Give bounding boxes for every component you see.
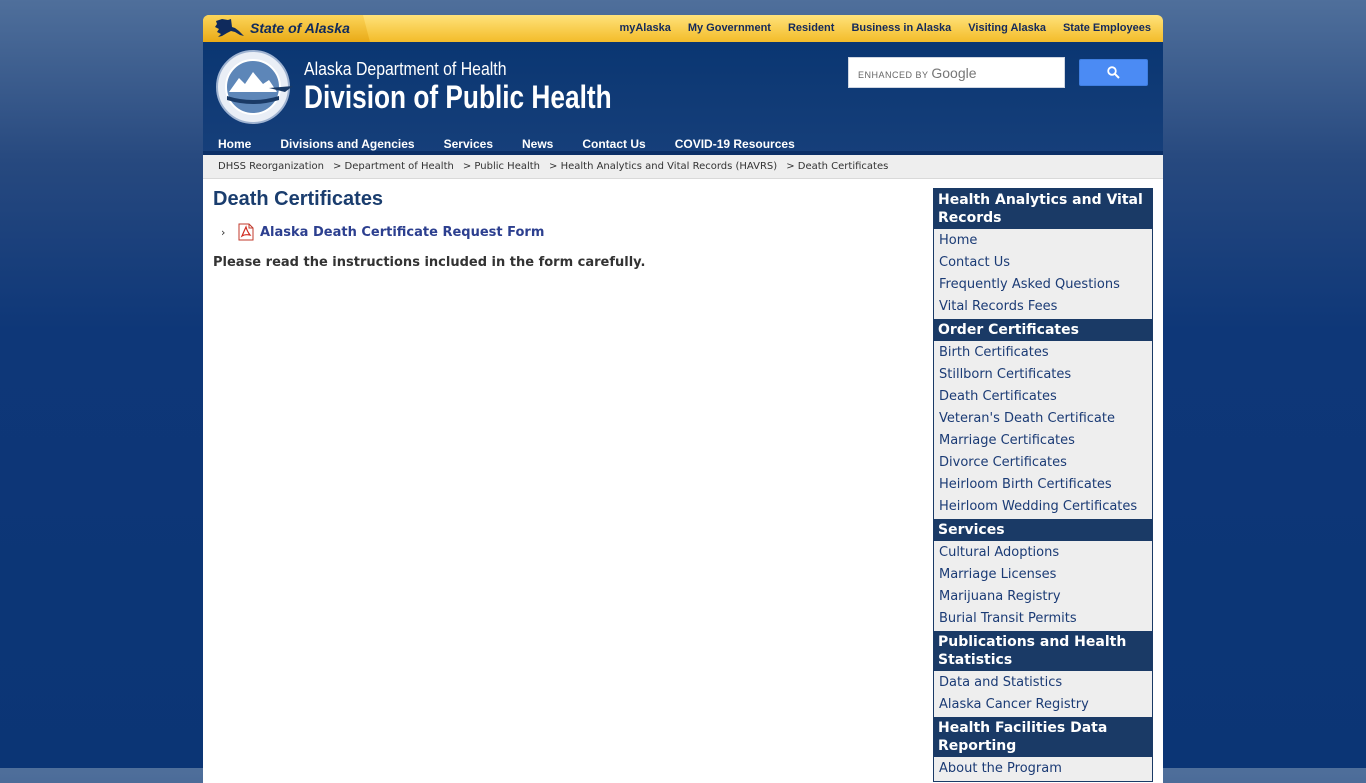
toplink-business[interactable]: Business in Alaska — [851, 22, 951, 34]
state-of-alaska-tab[interactable]: State of Alaska — [203, 15, 370, 42]
sidebar-item-marijuana[interactable]: Marijuana Registry — [934, 586, 1152, 608]
sidebar-item-about-program[interactable]: About the Program — [934, 758, 1152, 780]
sidebar-item-fees[interactable]: Vital Records Fees — [934, 296, 1152, 318]
sidebar-item-heirloom-birth[interactable]: Heirloom Birth Certificates — [934, 474, 1152, 496]
breadcrumb-item[interactable]: DHSS Reorganization — [218, 161, 324, 172]
page-title: Death Certificates — [213, 188, 384, 210]
nav-contact[interactable]: Contact Us — [582, 137, 645, 151]
nav-home[interactable]: Home — [218, 137, 251, 151]
sidebar-item-veteran-death[interactable]: Veteran's Death Certificate — [934, 408, 1152, 430]
sidebar-menu: Health Analytics and Vital Records Home … — [933, 188, 1153, 782]
sidebar-heading: Order Certificates — [934, 319, 1152, 341]
breadcrumb-item[interactable]: > Public Health — [463, 161, 540, 172]
sidebar-heading: Services — [934, 519, 1152, 541]
pdf-icon — [238, 223, 254, 241]
search-icon — [1107, 66, 1120, 79]
sidebar-item-adoptions[interactable]: Cultural Adoptions — [934, 542, 1152, 564]
chevron-right-icon: › — [221, 225, 226, 239]
top-utility-bar: State of Alaska myAlaska My Government R… — [203, 15, 1163, 42]
search-button[interactable] — [1079, 59, 1148, 86]
page-container: State of Alaska myAlaska My Government R… — [203, 15, 1163, 783]
document-link-row: › Alaska Death Certificate Request Form — [221, 223, 544, 241]
instructions-text: Please read the instructions included in… — [213, 255, 646, 270]
breadcrumb-current: > Death Certificates — [786, 161, 889, 172]
site-header: Alaska Department of Health Division of … — [203, 42, 1163, 154]
sidebar-item-data-stats[interactable]: Data and Statistics — [934, 672, 1152, 694]
sidebar-item-faq[interactable]: Frequently Asked Questions — [934, 274, 1152, 296]
breadcrumb-item[interactable]: > Department of Health — [333, 161, 454, 172]
toplink-my-government[interactable]: My Government — [688, 22, 771, 34]
sidebar-item-death[interactable]: Death Certificates — [934, 386, 1152, 408]
alaska-map-icon — [215, 19, 244, 37]
toplink-visiting[interactable]: Visiting Alaska — [968, 22, 1046, 34]
sidebar-item-birth[interactable]: Birth Certificates — [934, 342, 1152, 364]
main-content: Death Certificates › Alaska Death Certif… — [203, 179, 1163, 783]
toplink-resident[interactable]: Resident — [788, 22, 834, 34]
sidebar-item-cancer-registry[interactable]: Alaska Cancer Registry — [934, 694, 1152, 716]
sidebar-item-burial[interactable]: Burial Transit Permits — [934, 608, 1152, 630]
sidebar-heading: Health Analytics and Vital Records — [934, 189, 1152, 229]
sidebar-item-contact[interactable]: Contact Us — [934, 252, 1152, 274]
sidebar-heading: Health Facilities Data Reporting — [934, 717, 1152, 757]
main-nav: Home Divisions and Agencies Services New… — [218, 137, 795, 151]
division-name[interactable]: Division of Public Health — [304, 79, 612, 116]
breadcrumb-item[interactable]: > Health Analytics and Vital Records (HA… — [549, 161, 777, 172]
sidebar-item-divorce[interactable]: Divorce Certificates — [934, 452, 1152, 474]
breadcrumb: DHSS Reorganization > Department of Heal… — [203, 155, 1163, 179]
sidebar-item-home[interactable]: Home — [934, 230, 1152, 252]
sidebar-item-marriage-licenses[interactable]: Marriage Licenses — [934, 564, 1152, 586]
state-of-alaska-label: State of Alaska — [250, 20, 350, 36]
death-certificate-form-link[interactable]: Alaska Death Certificate Request Form — [260, 225, 544, 240]
nav-divisions[interactable]: Divisions and Agencies — [280, 137, 414, 151]
sidebar-item-stillborn[interactable]: Stillborn Certificates — [934, 364, 1152, 386]
search-input-container[interactable]: ENHANCED BY Google — [848, 57, 1065, 88]
top-links: myAlaska My Government Resident Business… — [619, 22, 1151, 34]
department-seal-logo[interactable] — [213, 48, 297, 126]
department-name: Alaska Department of Health — [304, 59, 507, 79]
sidebar-item-marriage[interactable]: Marriage Certificates — [934, 430, 1152, 452]
nav-news[interactable]: News — [522, 137, 553, 151]
nav-services[interactable]: Services — [444, 137, 493, 151]
search-placeholder: ENHANCED BY Google — [858, 65, 977, 81]
nav-covid[interactable]: COVID-19 Resources — [675, 137, 795, 151]
sidebar-heading: Publications and Health Statistics — [934, 631, 1152, 671]
sidebar-item-heirloom-wedding[interactable]: Heirloom Wedding Certificates — [934, 496, 1152, 518]
toplink-myalaska[interactable]: myAlaska — [619, 22, 670, 34]
toplink-state-employees[interactable]: State Employees — [1063, 22, 1151, 34]
